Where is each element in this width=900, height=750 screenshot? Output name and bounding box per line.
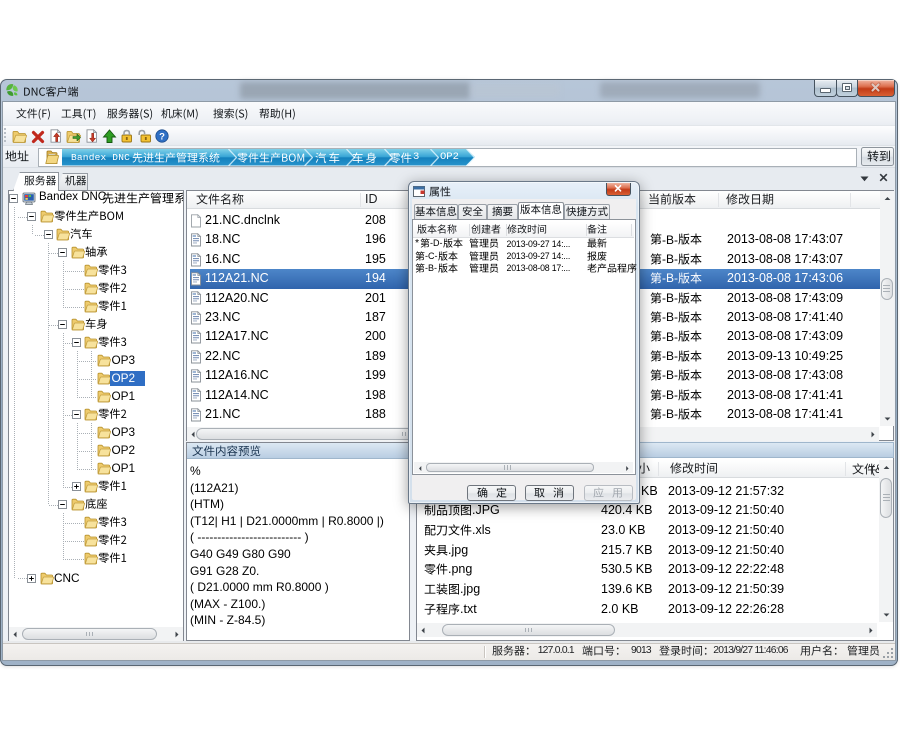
svg-text:?: ? [159, 131, 165, 142]
